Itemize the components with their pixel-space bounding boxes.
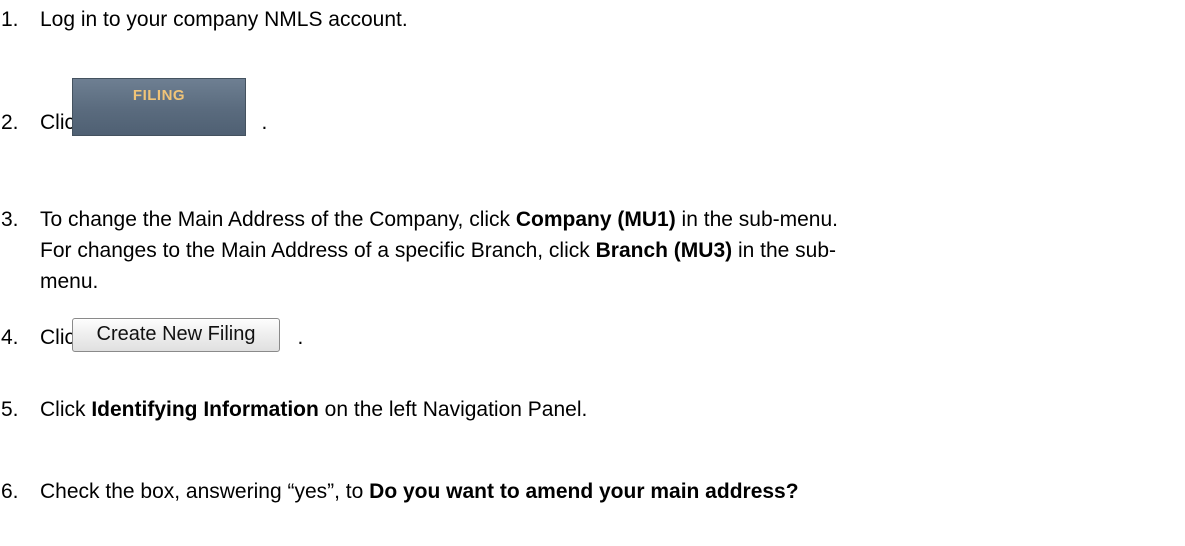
step-number: 4. — [1, 326, 19, 349]
amend-address-question: Do you want to amend your main address? — [369, 480, 799, 503]
company-mu1-label: Company (MU1) — [515, 208, 676, 231]
step-line: menu. — [40, 270, 99, 293]
step-text: Click Identifying Information on the lef… — [40, 394, 1185, 425]
identifying-information-label: Identifying Information — [91, 398, 319, 421]
create-new-filing-button[interactable]: Create New Filing — [72, 318, 280, 352]
step-line: To change the Main Address of the Compan… — [40, 204, 1185, 235]
text-run: For changes to the Main Address of a spe… — [40, 239, 596, 262]
text-run: in the sub- — [732, 239, 837, 262]
branch-mu3-label: Branch (MU3) — [595, 239, 733, 262]
step-number: 3. — [1, 208, 19, 231]
text-run: on the left Navigation Panel. — [318, 398, 588, 421]
text-run: Check the box, answering “yes”, to — [40, 480, 370, 503]
step-number: 6. — [1, 480, 19, 503]
step-text: To change the Main Address of the Compan… — [40, 204, 1185, 297]
step-text: Log in to your company NMLS account. — [40, 8, 408, 31]
step-number: 5. — [1, 398, 19, 421]
step-number: 2. — [1, 111, 19, 134]
text-run: Click — [40, 398, 92, 421]
step-text: Check the box, answering “yes”, to Do yo… — [40, 476, 1185, 507]
period: . — [261, 111, 268, 134]
text-run: To change the Main Address of the Compan… — [40, 208, 516, 231]
step-number: 1. — [1, 8, 19, 31]
filing-tab-button[interactable]: FILING — [72, 78, 246, 136]
text-run: in the sub-menu. — [675, 208, 838, 231]
period: . — [297, 326, 304, 349]
step-line: For changes to the Main Address of a spe… — [40, 235, 1185, 266]
